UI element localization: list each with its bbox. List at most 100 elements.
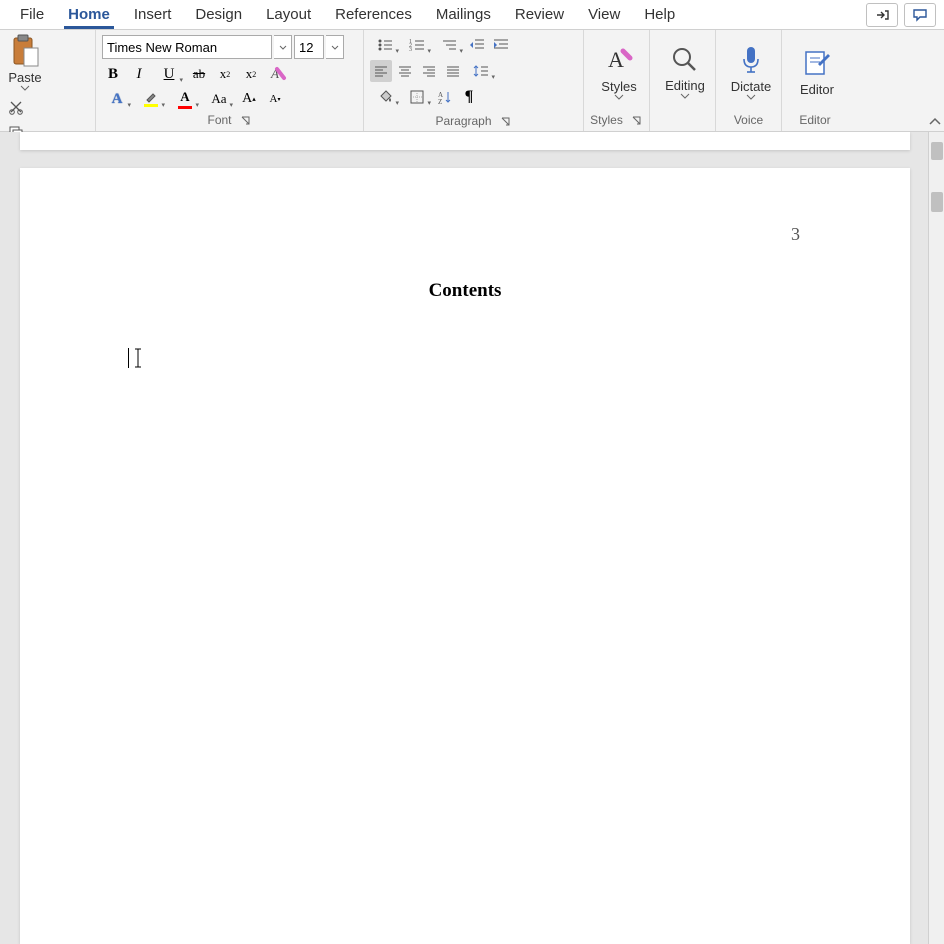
tab-mailings[interactable]: Mailings [424,2,503,27]
increase-indent-button[interactable] [490,34,512,56]
tab-review[interactable]: Review [503,2,576,27]
group-editor: Editor Editor [782,30,848,131]
styles-launcher[interactable] [631,114,643,126]
underline-button[interactable]: U [154,63,184,85]
sort-button[interactable]: AZ [434,86,456,108]
italic-button[interactable]: I [128,63,150,85]
change-case-button[interactable]: Aa [204,88,234,110]
subscript-button[interactable]: x2 [214,63,236,85]
numbering-button[interactable]: 123 [402,34,432,56]
tab-home[interactable]: Home [56,2,122,27]
editing-button[interactable]: Editing [656,46,714,99]
tab-layout[interactable]: Layout [254,2,323,27]
document-heading: Contents [128,280,802,302]
text-caret [128,348,129,368]
comment-icon [912,7,928,23]
tab-design[interactable]: Design [183,2,254,27]
tab-file[interactable]: File [8,2,56,27]
bold-button[interactable]: B [102,63,124,85]
tab-help[interactable]: Help [632,2,687,27]
scroll-thumb[interactable] [931,192,943,212]
align-left-button[interactable] [370,60,392,82]
scroll-thumb-top[interactable] [931,142,943,160]
chevron-down-icon [279,45,287,50]
group-editing: Editing [650,30,716,131]
shrink-font-button[interactable]: A▾ [264,88,286,110]
dictate-button[interactable]: Dictate [722,45,780,100]
share-icon [874,7,890,23]
outdent-icon [469,38,485,52]
font-launcher[interactable] [240,114,252,126]
cut-button[interactable] [6,97,26,117]
paste-label: Paste [8,70,41,85]
eraser-a-icon: A [268,65,286,83]
tab-references[interactable]: References [323,2,424,27]
editor-label: Editor [800,82,834,97]
superscript-button[interactable]: x2 [240,63,262,85]
text-effects-button[interactable]: A [102,88,132,110]
paragraph-label: Paragraph [435,114,491,128]
justify-button[interactable] [442,60,464,82]
editor-group-label: Editor [799,113,830,127]
line-spacing-button[interactable] [466,60,496,82]
font-name-dropdown[interactable] [274,35,292,59]
tab-view[interactable]: View [576,2,632,27]
tab-insert[interactable]: Insert [122,2,184,27]
scissors-icon [8,99,24,115]
chevron-down-icon [20,85,30,91]
page-number: 3 [791,224,800,245]
collapse-ribbon-button[interactable] [928,115,942,129]
group-font: Times New Roman 12 B I U ab x2 x2 A A [96,30,364,131]
align-right-button[interactable] [418,60,440,82]
clear-formatting-button[interactable]: A [266,63,288,85]
chevron-down-icon [746,94,756,100]
find-icon [671,46,699,74]
font-color-button[interactable]: A [170,88,200,110]
decrease-indent-button[interactable] [466,34,488,56]
group-paragraph: 123 AZ ¶ Paragraph [364,30,584,131]
strikethrough-button[interactable]: ab [188,63,210,85]
voice-group-label: Voice [734,113,763,127]
ribbon-tabs: File Home Insert Design Layout Reference… [0,0,944,30]
editor-button[interactable]: Editor [788,48,846,97]
text-cursor-position [128,348,143,368]
multilevel-icon [441,38,457,52]
group-styles: A Styles Styles [584,30,650,131]
font-name-input[interactable]: Times New Roman [102,35,272,59]
styles-button[interactable]: A Styles [590,45,648,100]
highlight-color-button[interactable] [136,88,166,110]
ribbon: Paste Clipboard Times New [0,30,944,132]
chevron-down-icon [680,93,690,99]
highlighter-icon [145,92,157,103]
multilevel-list-button[interactable] [434,34,464,56]
chevron-down-icon [331,45,339,50]
font-size-input[interactable]: 12 [294,35,324,59]
borders-button[interactable] [402,86,432,108]
editing-label: Editing [665,78,705,93]
styles-icon: A [604,45,634,75]
share-button[interactable] [866,3,898,27]
numbering-icon: 123 [409,38,425,52]
bullets-button[interactable] [370,34,400,56]
document-page[interactable]: 3 Contents [20,168,910,944]
styles-group-label: Styles [590,113,623,127]
chevron-down-icon [614,94,624,100]
comments-button[interactable] [904,3,936,27]
paragraph-launcher[interactable] [500,115,512,127]
document-area: 3 Contents [0,132,944,944]
font-label: Font [207,113,231,127]
font-size-dropdown[interactable] [326,35,344,59]
vertical-scrollbar[interactable] [928,132,944,944]
ibeam-cursor-icon [133,348,143,368]
editor-icon [802,48,832,78]
paint-bucket-icon [377,90,393,104]
show-marks-button[interactable]: ¶ [458,86,480,108]
justify-icon [446,65,460,77]
previous-page-edge [20,132,910,150]
shading-button[interactable] [370,86,400,108]
align-center-button[interactable] [394,60,416,82]
grow-font-button[interactable]: A▴ [238,88,260,110]
paste-button[interactable]: Paste [6,34,44,91]
borders-icon [410,90,424,104]
paste-icon [10,34,40,68]
